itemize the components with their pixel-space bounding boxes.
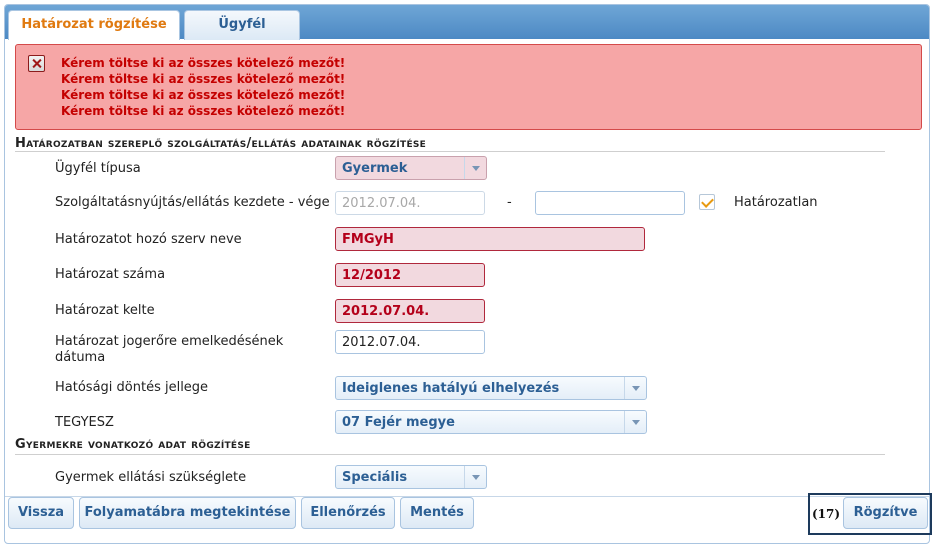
error-close-icon[interactable]: [28, 55, 45, 72]
error-message: Kérem töltse ki az összes kötelező mezőt…: [61, 88, 346, 102]
tab-client-data[interactable]: Ügyfél adatai: [184, 10, 300, 60]
decision-type-value: Ideiglenes hatályú elhelyezés: [342, 381, 560, 396]
back-button[interactable]: Vissza: [8, 497, 74, 529]
authority-name-field[interactable]: FMGyH: [335, 227, 645, 251]
tab-bar: Határozat rögzítése Ügyfél adatai: [5, 5, 929, 60]
error-message-box: Kérem töltse ki az összes kötelező mezőt…: [15, 44, 922, 130]
tegyesz-value: 07 Fejér megye: [342, 415, 455, 430]
decision-type-label: Hatósági döntés jellege: [55, 380, 209, 395]
error-message: Kérem töltse ki az összes kötelező mezőt…: [61, 72, 346, 86]
service-start-field[interactable]: 2012.07.04.: [335, 191, 485, 215]
care-need-select[interactable]: Speciális: [335, 465, 487, 489]
view-flowchart-button[interactable]: Folyamatábra megtekintése: [79, 497, 296, 529]
indefinite-checkbox[interactable]: [699, 194, 715, 210]
check-button[interactable]: Ellenőrzés: [301, 497, 395, 529]
chevron-down-icon[interactable]: [624, 377, 646, 399]
care-need-value: Speciális: [342, 470, 408, 485]
section-divider: [15, 151, 885, 152]
element-index-badge: (17): [812, 507, 841, 521]
chevron-down-icon[interactable]: [464, 157, 486, 179]
decision-date-field[interactable]: 2012.07.04.: [335, 299, 485, 323]
client-type-value: Gyermek: [342, 161, 408, 176]
client-type-label: Ügyfél típusa: [55, 161, 141, 176]
client-type-select[interactable]: Gyermek: [335, 156, 487, 180]
authority-name-label: Határozatot hozó szerv neve: [55, 232, 242, 247]
tegyesz-label: TEGYESZ: [55, 415, 114, 430]
final-date-label: Határozat jogerőre emelkedésének dátuma: [55, 334, 284, 365]
section-title-service: Határozatban szereplő szolgáltatás/ellát…: [15, 136, 427, 151]
main-panel: Határozat rögzítése Ügyfél adatai Kérem …: [4, 4, 930, 544]
final-date-field[interactable]: 2012.07.04.: [335, 330, 485, 354]
record-button[interactable]: Rögzítve: [843, 497, 928, 529]
save-button[interactable]: Mentés: [400, 497, 474, 529]
period-separator: -: [507, 195, 512, 210]
tegyesz-select[interactable]: 07 Fejér megye: [335, 410, 647, 434]
chevron-down-icon[interactable]: [624, 411, 646, 433]
chevron-down-icon[interactable]: [464, 466, 486, 488]
section-divider: [15, 454, 885, 455]
error-message: Kérem töltse ki az összes kötelező mezőt…: [61, 56, 346, 70]
error-message: Kérem töltse ki az összes kötelező mezőt…: [61, 104, 346, 118]
service-period-label: Szolgáltatásnyújtás/ellátás kezdete - vé…: [55, 195, 330, 210]
decision-date-label: Határozat kelte: [55, 303, 155, 318]
indefinite-label: Határozatlan: [734, 195, 818, 210]
decision-number-label: Határozat száma: [55, 267, 166, 282]
decision-type-select[interactable]: Ideiglenes hatályú elhelyezés: [335, 376, 647, 400]
service-end-field[interactable]: [535, 191, 685, 215]
care-need-label: Gyermek ellátási szükséglete: [55, 470, 247, 485]
section-title-child: Gyermekre vonatkozó adat rögzítése: [15, 437, 251, 452]
decision-number-field[interactable]: 12/2012: [335, 263, 485, 287]
tab-decision-record[interactable]: Határozat rögzítése: [8, 10, 180, 40]
